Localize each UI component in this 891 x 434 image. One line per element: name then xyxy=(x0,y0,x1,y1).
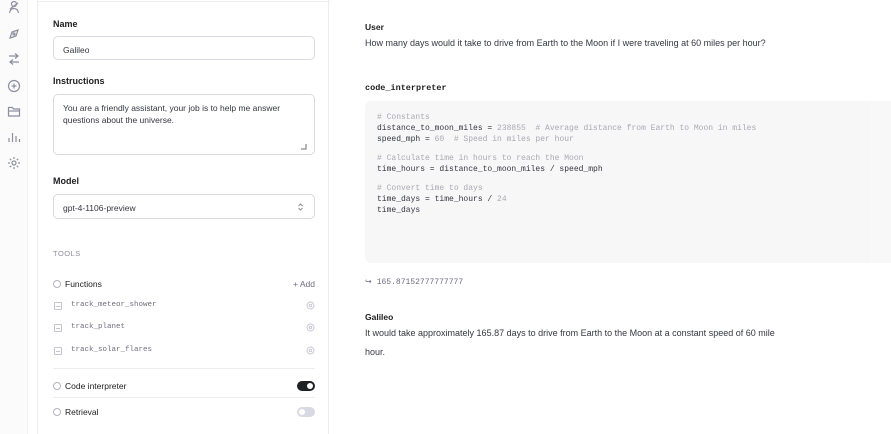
name-input-value: Galileo xyxy=(63,45,90,55)
functions-row: Functions + Add xyxy=(53,279,315,289)
instructions-label: Instructions xyxy=(53,76,105,86)
add-function-button[interactable]: + Add xyxy=(293,279,315,289)
code-block: # Constants distance_to_moon_miles = 2388… xyxy=(365,101,891,263)
function-item[interactable]: track_solar_flares xyxy=(53,345,315,361)
code-comment: # Calculate time in hours to reach the M… xyxy=(377,154,584,163)
code-line: time_days xyxy=(377,206,421,215)
assistant-message-line-2: hour. xyxy=(365,347,386,357)
code-line: distance_to_moon_miles = 238855 # Averag… xyxy=(377,124,757,133)
function-name: track_solar_flares xyxy=(71,346,153,354)
user-role-label: User xyxy=(365,22,384,32)
output-arrow-icon: ↪ xyxy=(365,278,372,287)
code-interpreter-info-icon xyxy=(53,382,61,390)
code-line: speed_mph = 60 # Speed in miles per hour xyxy=(377,135,574,144)
function-icon xyxy=(54,347,62,355)
retrieval-info-icon xyxy=(53,408,61,416)
function-icon xyxy=(54,324,62,332)
model-select[interactable]: gpt-4-1106-preview xyxy=(53,194,315,219)
model-label: Model xyxy=(53,176,79,186)
instructions-textarea[interactable]: You are a friendly assistant, your job i… xyxy=(53,94,315,155)
code-comment: # Convert time to days xyxy=(377,184,483,193)
toggle-knob xyxy=(307,383,313,389)
code-output: ↪ 165.87152777777777 xyxy=(365,277,463,287)
functions-label: Functions xyxy=(65,279,102,289)
retrieval-label: Retrieval xyxy=(65,407,99,417)
output-value: 165.87152777777777 xyxy=(376,278,464,287)
threads-icon[interactable] xyxy=(7,79,21,93)
files-icon[interactable] xyxy=(7,104,21,118)
retrieval-toggle[interactable] xyxy=(297,407,315,417)
panel-top-border xyxy=(38,0,330,2)
playground-icon[interactable] xyxy=(7,27,21,41)
divider xyxy=(53,397,315,398)
instructions-value: You are a friendly assistant, your job i… xyxy=(63,103,281,125)
function-icon xyxy=(54,302,62,310)
function-item[interactable]: track_meteor_shower xyxy=(53,300,315,316)
assistant-message-line-1: It would take approximately 165.87 days … xyxy=(365,328,775,338)
assistant-config-panel: Name Galileo Instructions You are a frie… xyxy=(37,0,330,434)
retrieval-row: Retrieval xyxy=(53,407,315,417)
function-item[interactable]: track_planet xyxy=(53,322,315,338)
functions-info-icon xyxy=(53,280,61,288)
code-interpreter-toggle[interactable] xyxy=(297,381,315,391)
model-select-value: gpt-4-1106-preview xyxy=(63,203,136,213)
divider xyxy=(53,368,315,369)
assistant-icon[interactable] xyxy=(7,0,21,14)
function-name: track_planet xyxy=(71,323,126,331)
conversation-area: User How many days would it take to driv… xyxy=(365,0,891,434)
name-input[interactable]: Galileo xyxy=(53,36,315,60)
function-settings-icon[interactable] xyxy=(306,301,315,310)
name-label: Name xyxy=(53,19,78,29)
code-interpreter-row: Code interpreter xyxy=(53,381,315,391)
assistant-role-label: Galileo xyxy=(365,312,394,322)
function-settings-icon[interactable] xyxy=(306,323,315,332)
tools-header: TOOLS xyxy=(53,249,81,258)
code-line: time_hours = distance_to_moon_miles / sp… xyxy=(377,165,603,174)
edge-fade xyxy=(831,0,891,434)
code-comment: # Constants xyxy=(377,113,430,122)
toggle-knob xyxy=(299,409,305,415)
select-chevron-icon xyxy=(297,202,304,212)
user-message: How many days would it take to drive fro… xyxy=(365,38,766,48)
tool-call-label: code_interpreter xyxy=(365,83,447,93)
code-interpreter-label: Code interpreter xyxy=(65,381,127,391)
function-name: track_meteor_shower xyxy=(71,301,157,309)
usage-icon[interactable] xyxy=(7,130,21,144)
code-line: time_days = time_hours / 24 xyxy=(377,195,507,204)
compare-icon[interactable] xyxy=(7,52,21,66)
resize-handle-icon[interactable] xyxy=(300,141,307,150)
function-settings-icon[interactable] xyxy=(306,346,315,355)
icon-rail xyxy=(0,0,28,434)
settings-icon[interactable] xyxy=(7,156,21,170)
